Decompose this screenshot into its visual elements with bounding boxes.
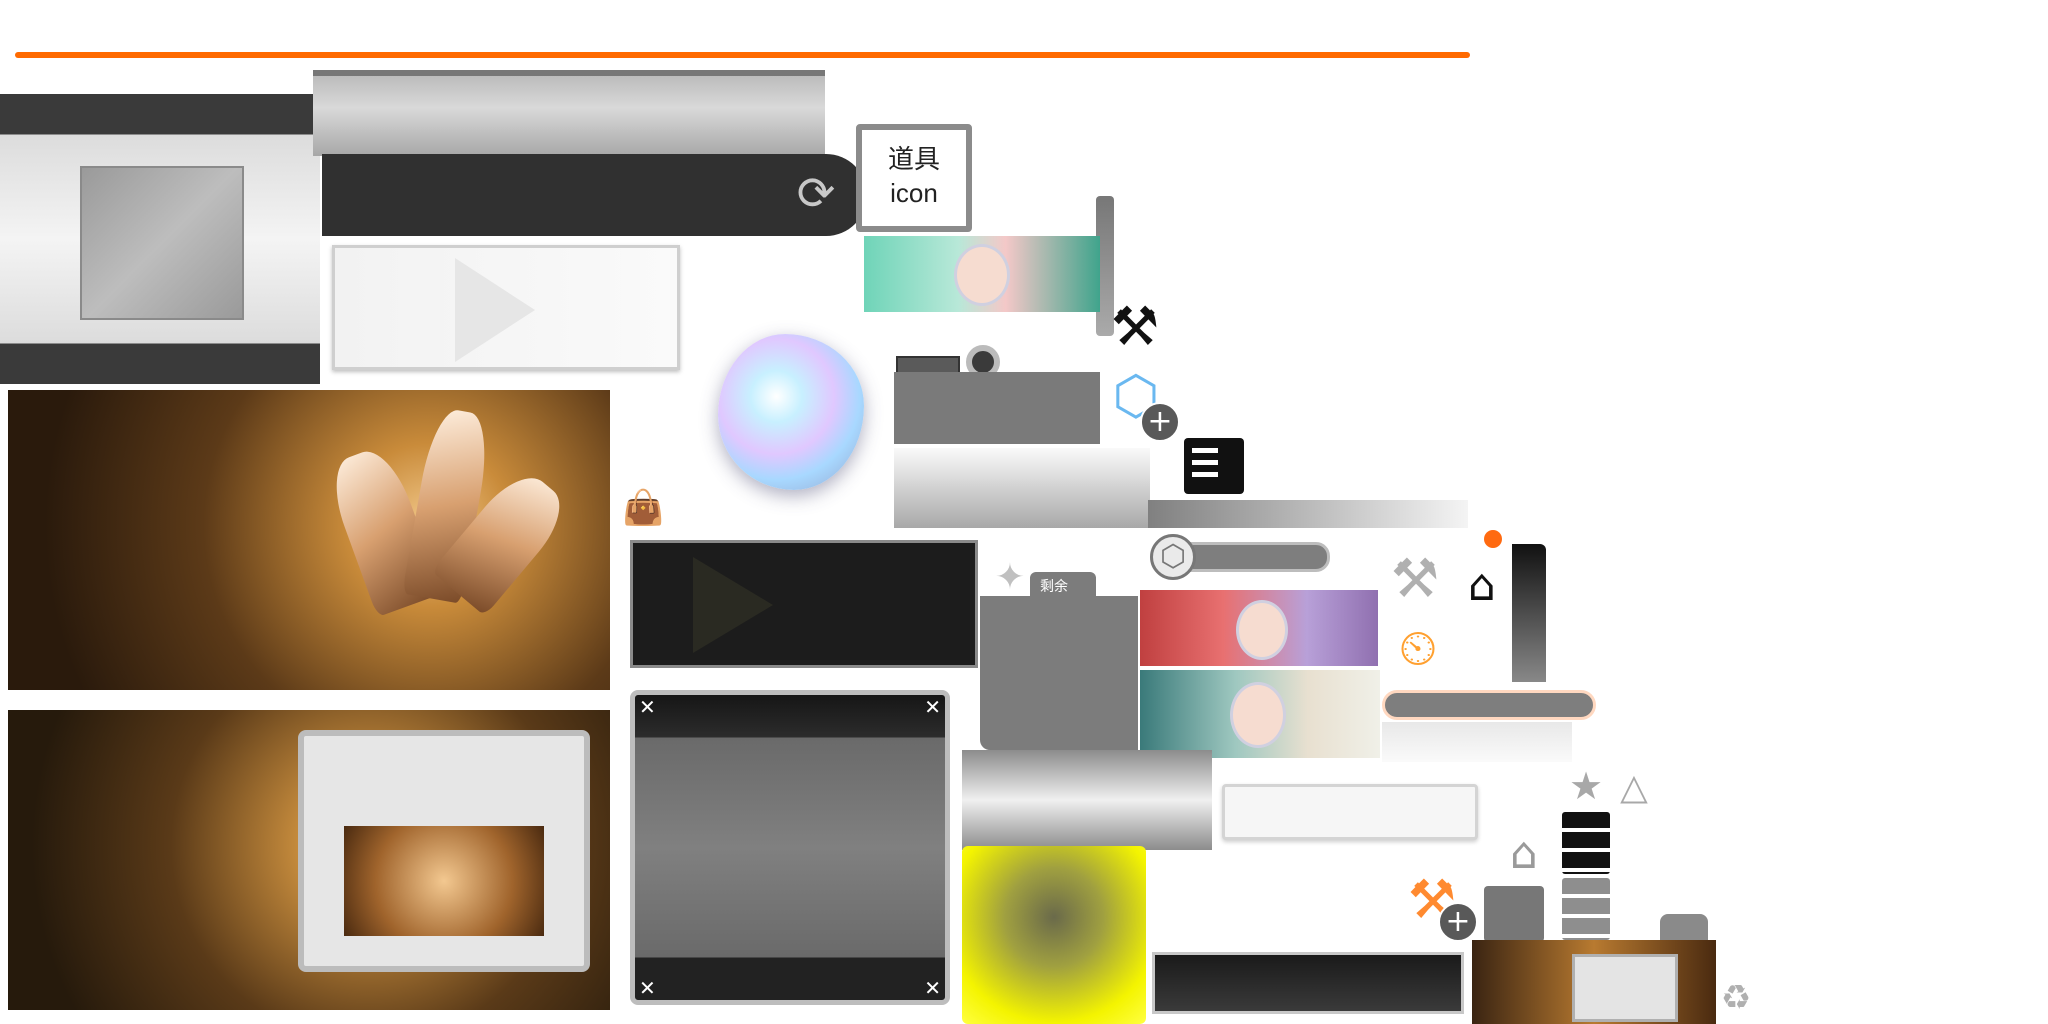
star-icon: ★ — [1568, 764, 1604, 808]
item-icon-label-line1: 道具 — [887, 144, 940, 174]
orange-divider-line — [15, 52, 1470, 58]
corner-mark: ✕ — [639, 976, 656, 1000]
bag-icon[interactable]: 👜 — [622, 488, 664, 528]
notification-dot — [1484, 530, 1502, 548]
item-icon-label-line2: icon — [890, 178, 938, 208]
refresh-icon[interactable]: ⟳ — [790, 167, 842, 219]
crystal-reward-banner[interactable] — [8, 390, 610, 690]
plus-icon: + — [1140, 402, 1180, 442]
pill-gradient-panel — [1382, 722, 1572, 762]
gray-frame-panel — [0, 94, 320, 384]
emblem-icon: ✦ — [994, 557, 1026, 598]
triangle-badge-icon: △ — [1620, 767, 1648, 808]
chevron-decoration — [455, 258, 535, 362]
character-banner-1[interactable] — [864, 236, 1100, 312]
clock-icon[interactable]: ⏲ — [1388, 618, 1448, 678]
cube-progress-bar — [1190, 542, 1330, 572]
corner-mark: ✕ — [924, 695, 941, 719]
fade-bar — [1148, 500, 1468, 528]
corner-mark: ✕ — [924, 976, 941, 1000]
dark-vertical-bar — [1512, 544, 1546, 682]
recycle-icon[interactable]: ♻ — [1716, 978, 1756, 1018]
server-icon[interactable] — [1562, 878, 1610, 940]
character-banner-2[interactable] — [1140, 590, 1378, 666]
yellow-highlight-panel — [962, 846, 1146, 1024]
roster-line — [1192, 472, 1218, 477]
roster-line — [1192, 460, 1218, 465]
tools-icon[interactable]: ⚒ — [1104, 296, 1166, 358]
supply-crate — [1572, 954, 1678, 1022]
gray-title-bar — [313, 70, 825, 156]
gray-gradient-panel — [894, 448, 1150, 528]
gray-block-panel — [894, 372, 1100, 444]
light-card-frame — [332, 245, 680, 370]
crate-contents — [344, 826, 544, 936]
white-input-frame[interactable] — [1222, 784, 1478, 840]
character-portrait — [1230, 682, 1286, 748]
hanger-icon[interactable]: ⌂ — [1490, 828, 1558, 880]
gray-pill-bar — [1382, 690, 1596, 720]
prism-gem-item — [718, 334, 864, 490]
item-icon-label: 道具 icon — [862, 142, 966, 210]
server-icon[interactable] — [1562, 812, 1610, 874]
supply-crate — [298, 730, 590, 972]
dark-chevron-panel — [630, 540, 978, 668]
roster-icon[interactable] — [1184, 438, 1244, 494]
dark-bottom-bar — [1152, 952, 1464, 1014]
gray-frame-inner — [80, 166, 244, 320]
square-frame-panel: ✕ ✕ ✕ ✕ — [630, 690, 950, 1005]
crate-reward-banner[interactable] — [8, 710, 610, 1010]
roster-line — [1192, 448, 1218, 453]
tools-icon[interactable]: ⚒ — [1384, 548, 1446, 610]
cube-icon[interactable]: ⬡ + — [1104, 364, 1180, 442]
chevron-decoration — [693, 557, 773, 653]
roster-icon[interactable] — [1484, 886, 1544, 942]
tools-icon[interactable]: ⚒ + — [1400, 868, 1478, 942]
corner-mark: ✕ — [639, 695, 656, 719]
dark-header-panel — [322, 154, 867, 236]
character-portrait — [1236, 600, 1288, 660]
light-gradient-strip — [962, 750, 1212, 850]
character-banner-3[interactable] — [1140, 670, 1380, 758]
character-portrait — [954, 244, 1010, 306]
crate-thumbnail[interactable] — [1472, 940, 1716, 1024]
hanger-icon[interactable]: ⌂ — [1450, 560, 1514, 612]
remaining-panel — [980, 596, 1138, 750]
cube-icon: ⬡ — [1150, 534, 1196, 580]
plus-icon: + — [1438, 902, 1478, 942]
